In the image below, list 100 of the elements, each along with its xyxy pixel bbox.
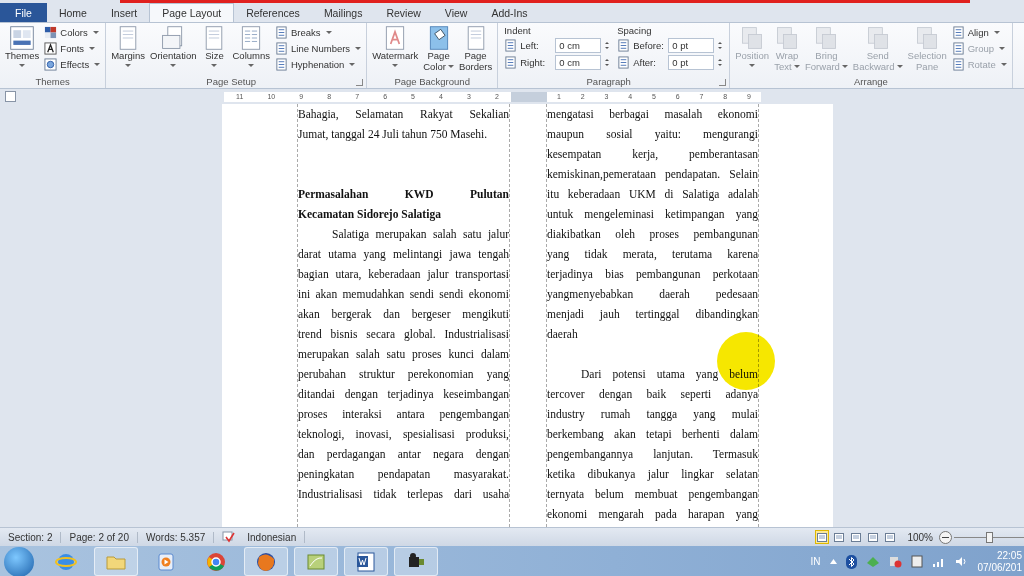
align-button[interactable]: Align [949, 25, 1009, 40]
draft-button[interactable] [883, 530, 898, 544]
zoom-slider[interactable] [954, 531, 1024, 543]
line-numbers-button[interactable]: Line Numbers [273, 41, 364, 56]
color-swatch-icon [44, 26, 58, 39]
word-document-icon [355, 550, 377, 573]
ribbon-tab[interactable]: View [432, 3, 480, 22]
text-line: bagian utara, keberadaan jalur transportasi [298, 267, 509, 283]
text-line: trend bisnis secara global. Industrialisasi [298, 327, 509, 343]
ribbon-tab[interactable]: Review [374, 3, 433, 22]
columns-button[interactable]: Columns [230, 25, 272, 70]
media-player-icon [155, 550, 177, 573]
font-icon [44, 42, 58, 55]
volume-icon[interactable] [954, 556, 969, 567]
spin-field[interactable]: 0 cm [555, 38, 602, 53]
text-line: maupun sosial yaitu: mengurangi [547, 127, 758, 143]
spin-field[interactable]: 0 cm [555, 55, 602, 70]
taskbar-app[interactable] [344, 547, 388, 576]
status-text: Words: 5.357 [138, 531, 215, 543]
round-browser-icon [205, 550, 227, 573]
text-line: teknologi, inovasi, spesialisasi produksi, [298, 427, 509, 443]
web-layout-button[interactable] [849, 530, 864, 544]
text-line: ketika dibukanya jalur lingkar selatan [547, 467, 758, 483]
effects-button[interactable]: Effects [42, 57, 103, 72]
dialog-launcher-icon[interactable] [719, 78, 727, 86]
text-line: itu keberadaan UKM di Salatiga adalah [547, 187, 758, 203]
text-line: untuk mengeleminasi ketimpangan yang [547, 207, 758, 223]
text-line: kesempatan kerja, pemberantasan [547, 147, 758, 163]
text-line: menjadi jauh tertinggal dibandingkan [547, 307, 758, 323]
group-title: Themes [34, 76, 71, 88]
full-screen-reading-button[interactable] [832, 530, 847, 544]
zoom-level[interactable]: 100% [907, 531, 933, 543]
text-line: proses interaksi antara pengembangan [298, 407, 509, 423]
paint-bucket-button[interactable]: Page Color [421, 25, 456, 72]
zoom-out-button[interactable] [939, 530, 952, 544]
font-button[interactable]: Fonts [42, 41, 103, 56]
start-button[interactable] [4, 546, 34, 576]
text-line: dan perdagangan antar negara dengan [298, 447, 509, 463]
text-line: terjadinya bias pembangunan perkotaan [547, 267, 758, 283]
tray-caret-icon[interactable] [829, 559, 837, 564]
ribbon-tab[interactable]: References [234, 3, 312, 22]
group-title: Paragraph [585, 76, 632, 88]
print-layout-button[interactable] [815, 530, 830, 544]
theme-button[interactable]: Themes [3, 25, 42, 70]
field-label: Right: [520, 57, 547, 68]
spin-field[interactable]: 0 pt [668, 55, 715, 70]
signal-icon[interactable] [931, 556, 946, 567]
section-label: Indent [504, 25, 532, 36]
spin-field[interactable]: 0 pt [668, 38, 715, 53]
text-line: Bahagia, Selamatan Rakyat Sekalian [298, 107, 509, 123]
text-line: merupakan salah satu proses kunci dalam [298, 347, 509, 363]
page-size-button[interactable]: Size [199, 25, 230, 70]
zoom-slider-thumb[interactable] [985, 531, 993, 543]
text-line: ekonomi mengarah pada harapan yang [547, 507, 758, 523]
field-label: After: [633, 57, 657, 68]
theme-icon [9, 25, 36, 51]
text-line: tercover dengan baik seperti adanya [547, 387, 758, 403]
ribbon-tab[interactable]: File [0, 3, 47, 22]
ruler-column-gap [511, 91, 547, 102]
text-line: industry rumah tangga yang mulai [547, 407, 758, 423]
field-label: Before: [633, 40, 665, 51]
text-line: perubahan struktur perekonomian yang [298, 367, 509, 383]
ribbon-tab[interactable]: Add-Ins [479, 3, 540, 22]
text-line: ditandai dengan terjadinya keseimbangan [298, 387, 509, 403]
page-border-button[interactable]: Page Borders [456, 25, 495, 72]
taskbar-app[interactable] [394, 547, 438, 576]
margins-button[interactable]: Margins [109, 25, 147, 70]
text-line: mengatasi berbagai masalah ekonomi [547, 107, 758, 123]
group-title: Page Setup [205, 76, 257, 88]
text-line: akan bergerak dan bergeser mengikuti [298, 307, 509, 323]
group-title: Page Background [393, 76, 471, 88]
text-line: ini akan memudahkan sendi sendi ekonomi [298, 287, 509, 302]
ribbon-tab[interactable]: Mailings [311, 3, 375, 22]
text-line: peningkatan pendapatan masyarakat. [298, 467, 509, 483]
proofing-icon[interactable] [222, 531, 236, 543]
ribbon-tab[interactable]: Page Layout [149, 3, 235, 22]
text-line: berkembang akan tetapi berhenti dalam [547, 427, 758, 443]
ribbon-tab[interactable]: Home [46, 3, 99, 22]
outline-button[interactable] [866, 530, 881, 544]
tab-selector[interactable] [5, 91, 16, 102]
ribbon-tab[interactable]: Insert [98, 3, 150, 22]
text-line: Jumat, tanggal 24 Juli tahun 750 Masehi. [298, 127, 489, 143]
color-swatch-button[interactable]: Colors [42, 25, 103, 40]
text-line: pengembangannya lanjutan. Termasuk [547, 447, 758, 463]
status-text: Page: 2 of 20 [61, 531, 138, 543]
text-line: Industrialisasi tidak terlepas dari usaha [298, 487, 509, 503]
bluetooth-icon[interactable] [845, 554, 857, 569]
watermark-button[interactable]: Watermark [370, 25, 421, 70]
breaks-button[interactable]: Breaks [273, 25, 364, 40]
language-text[interactable]: Indonesian [247, 531, 297, 543]
text-line: Salatiga merupakan salah satu jalur [331, 227, 509, 243]
text-line: yangmenyebabkan daerah pedesaan [547, 287, 758, 303]
section-label: Spacing [617, 25, 653, 36]
status-text: Section: 2 [0, 531, 62, 543]
text-line: darat utama yang melintangi jawa tengah [298, 247, 509, 263]
dialog-launcher-icon[interactable] [356, 78, 364, 86]
hyphenation-button[interactable]: Hyphenation [273, 57, 364, 72]
text-line: daerah [547, 327, 579, 342]
orientation-button[interactable]: Orientation [148, 25, 199, 70]
group-title: Arrange [853, 76, 889, 88]
